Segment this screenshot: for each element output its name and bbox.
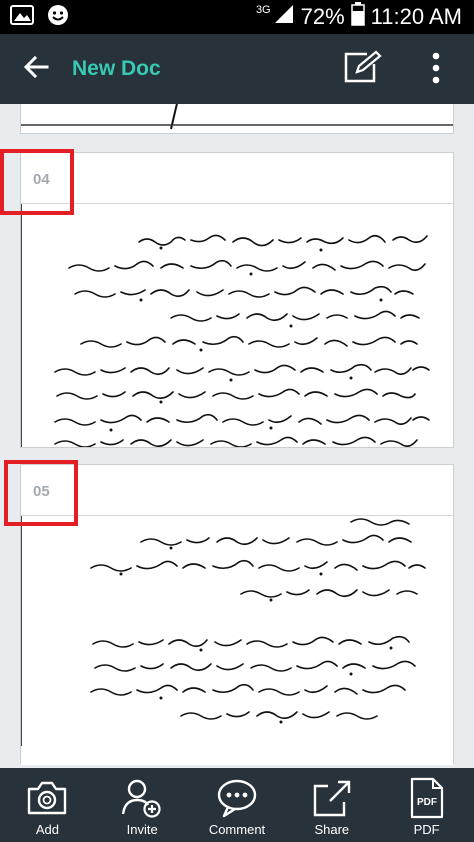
edit-icon: [343, 50, 383, 89]
bottom-action-bar: Add Invite Comment Share PDF PDF: [0, 768, 474, 842]
share-icon: [312, 776, 352, 820]
page-title: New Doc: [72, 57, 161, 80]
battery-level: 72%: [300, 4, 345, 29]
add-label: Add: [35, 822, 59, 837]
page-scan-image: [21, 104, 453, 133]
page-scan-image: [21, 516, 453, 765]
document-page-list[interactable]: 04 05: [0, 104, 474, 768]
pdf-button[interactable]: PDF PDF: [379, 768, 474, 842]
page-number-highlight: [0, 149, 74, 215]
comment-icon: [216, 776, 258, 820]
edit-button[interactable]: [340, 49, 386, 89]
camera-icon: [25, 776, 69, 820]
svg-text:PDF: PDF: [417, 797, 437, 808]
invite-label: Invite: [126, 822, 158, 837]
app-bar: New Doc: [0, 34, 474, 104]
document-page[interactable]: 05: [20, 464, 454, 765]
add-button[interactable]: Add: [0, 768, 95, 842]
comment-button[interactable]: Comment: [190, 768, 285, 842]
pdf-label: PDF: [413, 822, 440, 837]
more-vert-icon: [432, 52, 440, 89]
share-label: Share: [314, 822, 350, 837]
comment-label: Comment: [208, 822, 266, 837]
page-number-highlight: [4, 460, 78, 526]
network-type: 3G: [255, 4, 271, 16]
emoji-icon: [46, 3, 70, 32]
pdf-icon: PDF: [409, 776, 445, 820]
signal-icon: [273, 3, 295, 31]
share-button[interactable]: Share: [284, 768, 379, 842]
status-bar: 3G 72% 11:20 AM: [0, 0, 474, 34]
arrow-back-icon: [23, 54, 49, 85]
battery-icon: [350, 2, 365, 32]
add-person-icon: [121, 776, 163, 820]
document-page[interactable]: 04: [20, 152, 454, 448]
page-scan-image: [21, 204, 453, 447]
gallery-icon: [10, 4, 34, 30]
invite-button[interactable]: Invite: [95, 768, 190, 842]
more-options-button[interactable]: [418, 48, 454, 92]
clock: 11:20 AM: [370, 4, 462, 29]
document-page[interactable]: [20, 104, 454, 134]
back-button[interactable]: [0, 34, 72, 104]
